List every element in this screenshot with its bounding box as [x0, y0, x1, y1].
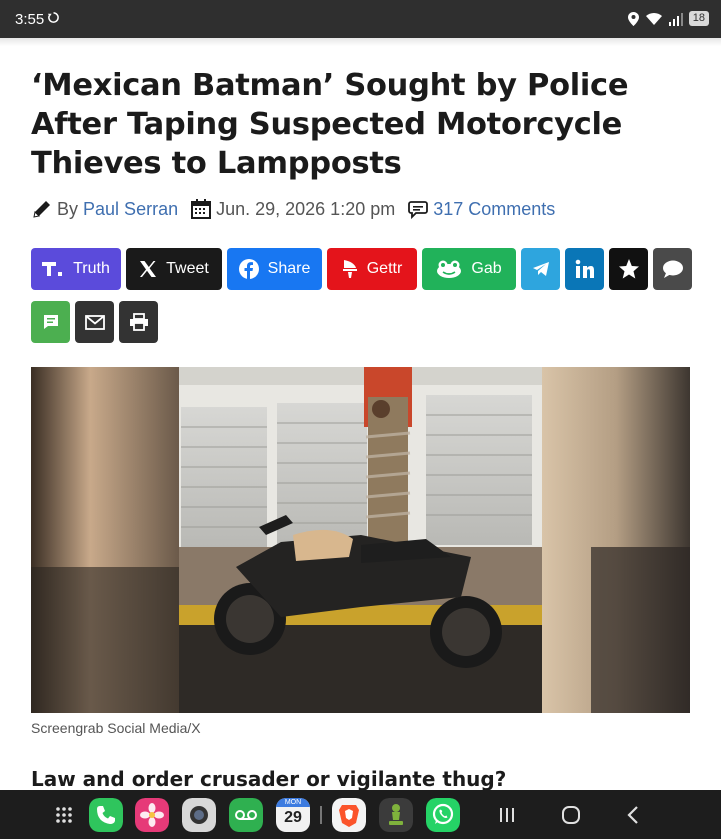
gab-label: Gab [471, 260, 502, 277]
motorcycle-photo [31, 367, 690, 713]
taskbar-divider [320, 806, 322, 824]
article-byline: By Paul Serran Jun. 29, 2026 1:20 pm 317… [31, 196, 555, 222]
status-bar: 3:55 18 [0, 0, 721, 38]
phone-app-icon[interactable] [89, 798, 123, 832]
app-drawer-icon[interactable] [47, 798, 81, 832]
truth-share-button[interactable]: Truth [31, 248, 121, 290]
chess-app-icon[interactable] [379, 798, 413, 832]
sync-icon [47, 12, 59, 23]
star-icon [618, 259, 639, 279]
speech-bubble-icon [662, 260, 683, 278]
article-headline: ‘Mexican Batman’ Sought by Police After … [31, 68, 629, 181]
share-label: Share [267, 260, 311, 277]
publish-date: Jun. 29, 2026 1:20 pm [216, 198, 396, 219]
tweet-share-button[interactable]: Tweet [126, 248, 222, 290]
gab-frog-icon [437, 260, 462, 278]
camera-app-icon[interactable] [182, 798, 216, 832]
comments-icon [408, 201, 429, 220]
comment-share-button[interactable] [653, 248, 692, 290]
signal-icon [668, 12, 683, 26]
gettr-label: Gettr [366, 260, 403, 277]
message-icon [43, 315, 58, 329]
status-time: 3:55 [15, 11, 45, 28]
printer-icon [129, 313, 148, 331]
gettr-icon [342, 260, 357, 278]
telegram-icon [532, 262, 549, 276]
email-share-button[interactable] [75, 301, 114, 343]
linkedin-icon [575, 259, 594, 278]
facebook-icon [238, 259, 259, 279]
back-icon[interactable] [617, 798, 651, 832]
by-prefix: By [57, 198, 79, 219]
share-buttons-row-2 [31, 301, 158, 343]
brave-browser-icon[interactable] [332, 798, 366, 832]
gab-share-button[interactable]: Gab [422, 248, 516, 290]
x-icon [140, 261, 157, 277]
calendar-month: MON [276, 798, 310, 807]
envelope-icon [84, 314, 105, 330]
tweet-label: Tweet [166, 260, 209, 277]
author-link[interactable]: Paul Serran [83, 199, 178, 220]
truth-social-icon [42, 262, 63, 276]
comments-link[interactable]: 317 Comments [433, 199, 555, 220]
status-icons: 18 [627, 11, 709, 26]
gettr-share-button[interactable]: Gettr [327, 248, 417, 290]
pencil-icon [33, 201, 50, 218]
navigation-bar: MON 29 [0, 790, 721, 839]
location-icon [627, 11, 639, 26]
print-share-button[interactable] [119, 301, 158, 343]
article-subheading: Law and order crusader or vigilante thug… [31, 767, 507, 791]
gallery-app-icon[interactable] [135, 798, 169, 832]
voicemail-app-icon[interactable] [229, 798, 263, 832]
facebook-share-button[interactable]: Share [227, 248, 322, 290]
home-icon[interactable] [554, 798, 588, 832]
linkedin-share-button[interactable] [565, 248, 604, 290]
share-buttons-row: Truth Tweet Share Gettr Gab [31, 248, 692, 290]
battery-level: 18 [688, 11, 709, 26]
calendar-app-icon[interactable]: MON 29 [276, 798, 310, 832]
calendar-icon [191, 199, 212, 219]
calendar-day: 29 [284, 809, 302, 826]
favorite-share-button[interactable] [609, 248, 648, 290]
article-image [31, 367, 690, 713]
whatsapp-app-icon[interactable] [426, 798, 460, 832]
recent-apps-icon[interactable] [490, 798, 524, 832]
top-shadow [0, 38, 721, 46]
image-caption: Screengrab Social Media/X [31, 720, 201, 736]
sms-share-button[interactable] [31, 301, 70, 343]
truth-label: Truth [73, 260, 110, 277]
wifi-icon [645, 12, 662, 25]
telegram-share-button[interactable] [521, 248, 560, 290]
